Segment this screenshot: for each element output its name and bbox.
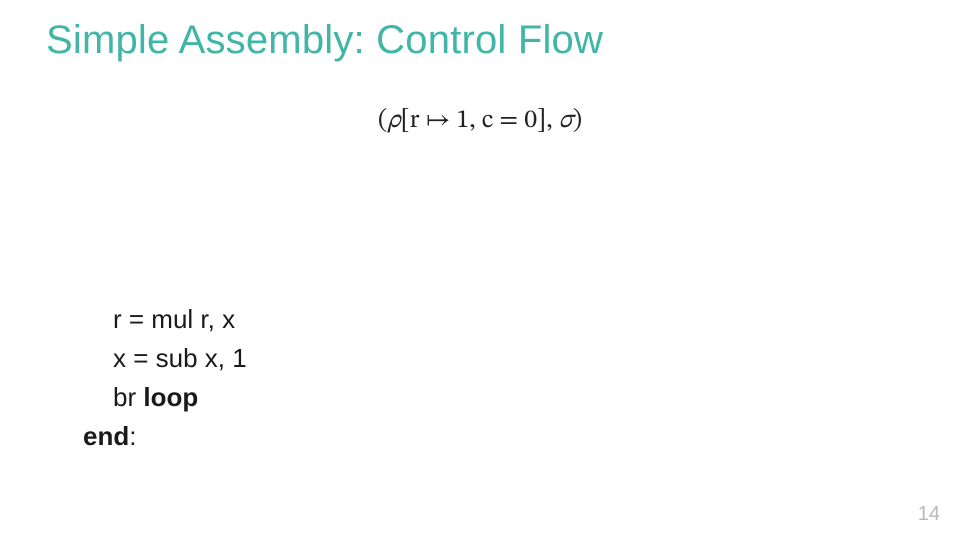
bracket-close: ] — [537, 108, 546, 134]
slide-title: Simple Assembly: Control Flow — [46, 18, 603, 63]
end-label: end — [83, 421, 129, 451]
paren-open: ( — [378, 108, 387, 134]
br-keyword: br — [113, 382, 143, 412]
eq-zero: = 0 — [493, 108, 537, 134]
code-line-4: end: — [83, 417, 247, 456]
sigma: σ — [559, 108, 573, 134]
code-block: r = mul r, x x = sub x, 1 br loop end: — [83, 300, 247, 456]
end-colon: : — [129, 421, 136, 451]
var-c: c — [482, 108, 494, 134]
paren-close: ) — [573, 108, 582, 134]
bracket-open: [ — [401, 108, 410, 134]
loop-label: loop — [143, 382, 198, 412]
page-number: 14 — [918, 503, 940, 526]
var-r: r — [410, 108, 420, 134]
state-expression: (ρ[r ↦ 1, c = 0], σ) — [0, 105, 960, 138]
comma: , — [546, 108, 558, 134]
rho: ρ — [387, 108, 400, 134]
code-line-1: r = mul r, x — [83, 300, 247, 339]
code-line-2: x = sub x, 1 — [83, 339, 247, 378]
mapsto: ↦ 1, — [419, 108, 481, 134]
code-line-3: br loop — [83, 378, 247, 417]
